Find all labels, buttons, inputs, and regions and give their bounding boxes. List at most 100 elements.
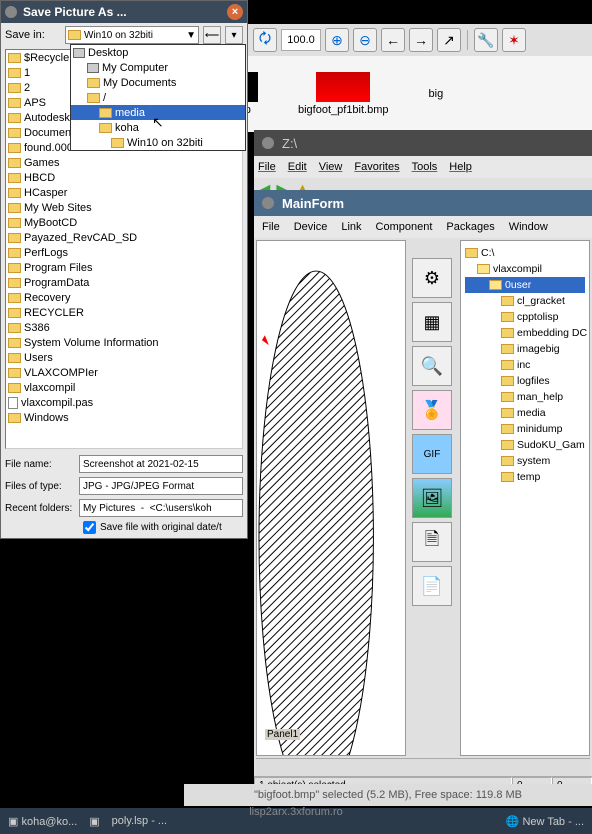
original-date-checkbox[interactable] <box>83 521 96 534</box>
external-button[interactable]: ↗ <box>437 28 461 52</box>
list-item[interactable]: MyBootCD <box>6 215 242 230</box>
list-item[interactable]: Users <box>6 350 242 365</box>
menu-device[interactable]: Device <box>294 221 328 233</box>
file-item[interactable]: bigfoot_pf1bit.bmp <box>298 72 389 116</box>
list-item[interactable]: Payazed_RevCAD_SD <box>6 230 242 245</box>
list-item[interactable]: RECYCLER <box>6 305 242 320</box>
taskbar-item[interactable]: ▣ <box>89 815 99 828</box>
folder-icon <box>111 138 124 148</box>
filename-input[interactable] <box>79 455 243 473</box>
folder-icon <box>501 328 514 338</box>
desktop-icon <box>73 48 85 58</box>
zoom-input[interactable] <box>281 29 321 51</box>
close-icon[interactable]: × <box>227 4 243 20</box>
list-item[interactable]: VLAXCOMPIer <box>6 365 242 380</box>
doc-tool-icon[interactable]: 🗎 <box>412 522 452 562</box>
cert-tool-icon[interactable]: 🏅 <box>412 390 452 430</box>
list-item[interactable]: My Web Sites <box>6 200 242 215</box>
canvas-panel[interactable]: Panel1 <box>256 240 406 756</box>
zoom-out-button[interactable]: ⊖ <box>353 28 377 52</box>
pdf-tool-icon[interactable]: 📄 <box>412 566 452 606</box>
list-item[interactable]: System Volume Information <box>6 335 242 350</box>
tree-item[interactable]: cpptolisp <box>465 309 585 325</box>
dropdown-item[interactable]: My Documents <box>71 75 245 90</box>
list-item[interactable]: vlaxcompil <box>6 380 242 395</box>
save-in-dropdown[interactable]: Win10 on 32biti ▼ <box>65 26 199 44</box>
list-item[interactable]: PerfLogs <box>6 245 242 260</box>
folder-icon <box>501 376 514 386</box>
list-item[interactable]: Recovery <box>6 290 242 305</box>
nav-back-button[interactable]: ⟵ <box>203 26 221 44</box>
folder-tree[interactable]: C:\ vlaxcompil 0user cl_gracket cpptolis… <box>460 240 590 756</box>
taskbar-item[interactable]: ▣ koha@ko... <box>8 815 77 828</box>
list-item[interactable]: ProgramData <box>6 275 242 290</box>
zoom-in-button[interactable]: ⊕ <box>325 28 349 52</box>
dropdown-item[interactable]: Win10 on 32biti <box>71 135 245 150</box>
list-item[interactable]: Program Files <box>6 260 242 275</box>
zoom-tool-icon[interactable]: 🔍 <box>412 346 452 386</box>
dropdown-item[interactable]: koha <box>71 120 245 135</box>
bug-button[interactable]: ✶ <box>502 28 526 52</box>
menu-favorites[interactable]: Favorites <box>354 161 399 173</box>
menu-link[interactable]: Link <box>341 221 361 233</box>
tree-item[interactable]: media <box>465 405 585 421</box>
tree-item[interactable]: man_help <box>465 389 585 405</box>
nav-menu-button[interactable]: ▾ <box>225 26 243 44</box>
taskbar-item[interactable]: poly.lsp - ... <box>112 815 167 827</box>
menu-packages[interactable]: Packages <box>446 221 494 233</box>
list-item[interactable]: Games <box>6 155 242 170</box>
list-item[interactable]: Windows <box>6 410 242 425</box>
mainform-titlebar[interactable]: MainForm <box>254 190 592 216</box>
menu-edit[interactable]: Edit <box>288 161 307 173</box>
tree-root[interactable]: C:\ <box>465 245 585 261</box>
save-dialog-titlebar[interactable]: Save Picture As ... × <box>1 1 247 23</box>
list-item[interactable]: vlaxcompil.pas <box>6 395 242 410</box>
nav-fwd-button[interactable]: → <box>409 28 433 52</box>
close-icon[interactable] <box>262 197 274 209</box>
recent-select[interactable] <box>79 499 243 517</box>
dropdown-item[interactable]: / <box>71 90 245 105</box>
tree-item-selected[interactable]: 0user <box>465 277 585 293</box>
tree-item[interactable]: cl_gracket <box>465 293 585 309</box>
menu-file[interactable]: File <box>258 161 276 173</box>
list-item[interactable]: HBCD <box>6 170 242 185</box>
gif-tool-icon[interactable]: GIF <box>412 434 452 474</box>
z-titlebar[interactable]: Z:\ <box>254 130 592 156</box>
tree-item[interactable]: logfiles <box>465 373 585 389</box>
dropdown-item-selected[interactable]: media <box>71 105 245 120</box>
tree-item[interactable]: vlaxcompil <box>465 261 585 277</box>
folder-icon <box>8 203 21 213</box>
dropdown-item[interactable]: My Computer <box>71 60 245 75</box>
tree-item[interactable]: inc <box>465 357 585 373</box>
tree-item[interactable]: embedding DC <box>465 325 585 341</box>
horizontal-scrollbar[interactable] <box>256 758 590 776</box>
dropdown-item[interactable]: Desktop <box>71 45 245 60</box>
nav-back-button[interactable]: ← <box>381 28 405 52</box>
menu-window[interactable]: Window <box>509 221 548 233</box>
menu-help[interactable]: Help <box>449 161 472 173</box>
tree-item[interactable]: SudoKU_Gam <box>465 437 585 453</box>
refresh-button[interactable]: 🗘 <box>253 28 277 52</box>
filetype-select[interactable] <box>79 477 243 495</box>
menu-component[interactable]: Component <box>376 221 433 233</box>
list-item[interactable]: S386 <box>6 320 242 335</box>
folder-icon <box>8 323 21 333</box>
taskbar-item[interactable]: 🌐 New Tab - ... <box>506 815 584 828</box>
menu-view[interactable]: View <box>319 161 343 173</box>
tools-button[interactable]: 🔧 <box>474 28 498 52</box>
tree-item[interactable]: system <box>465 453 585 469</box>
folder-icon <box>8 128 21 138</box>
menu-file[interactable]: File <box>262 221 280 233</box>
folder-icon <box>99 123 112 133</box>
tree-item[interactable]: imagebig <box>465 341 585 357</box>
tree-item[interactable]: minidump <box>465 421 585 437</box>
menu-tools[interactable]: Tools <box>412 161 438 173</box>
config-tool-icon[interactable]: ⚙ <box>412 258 452 298</box>
list-item[interactable]: HCasper <box>6 185 242 200</box>
save-in-dropdown-popup[interactable]: Desktop My Computer My Documents / media… <box>70 44 246 151</box>
grid-tool-icon[interactable]: ▦ <box>412 302 452 342</box>
file-item[interactable]: big <box>429 88 444 100</box>
close-icon[interactable] <box>262 137 274 149</box>
image-tool-icon[interactable]: 🖼 <box>412 478 452 518</box>
tree-item[interactable]: temp <box>465 469 585 485</box>
